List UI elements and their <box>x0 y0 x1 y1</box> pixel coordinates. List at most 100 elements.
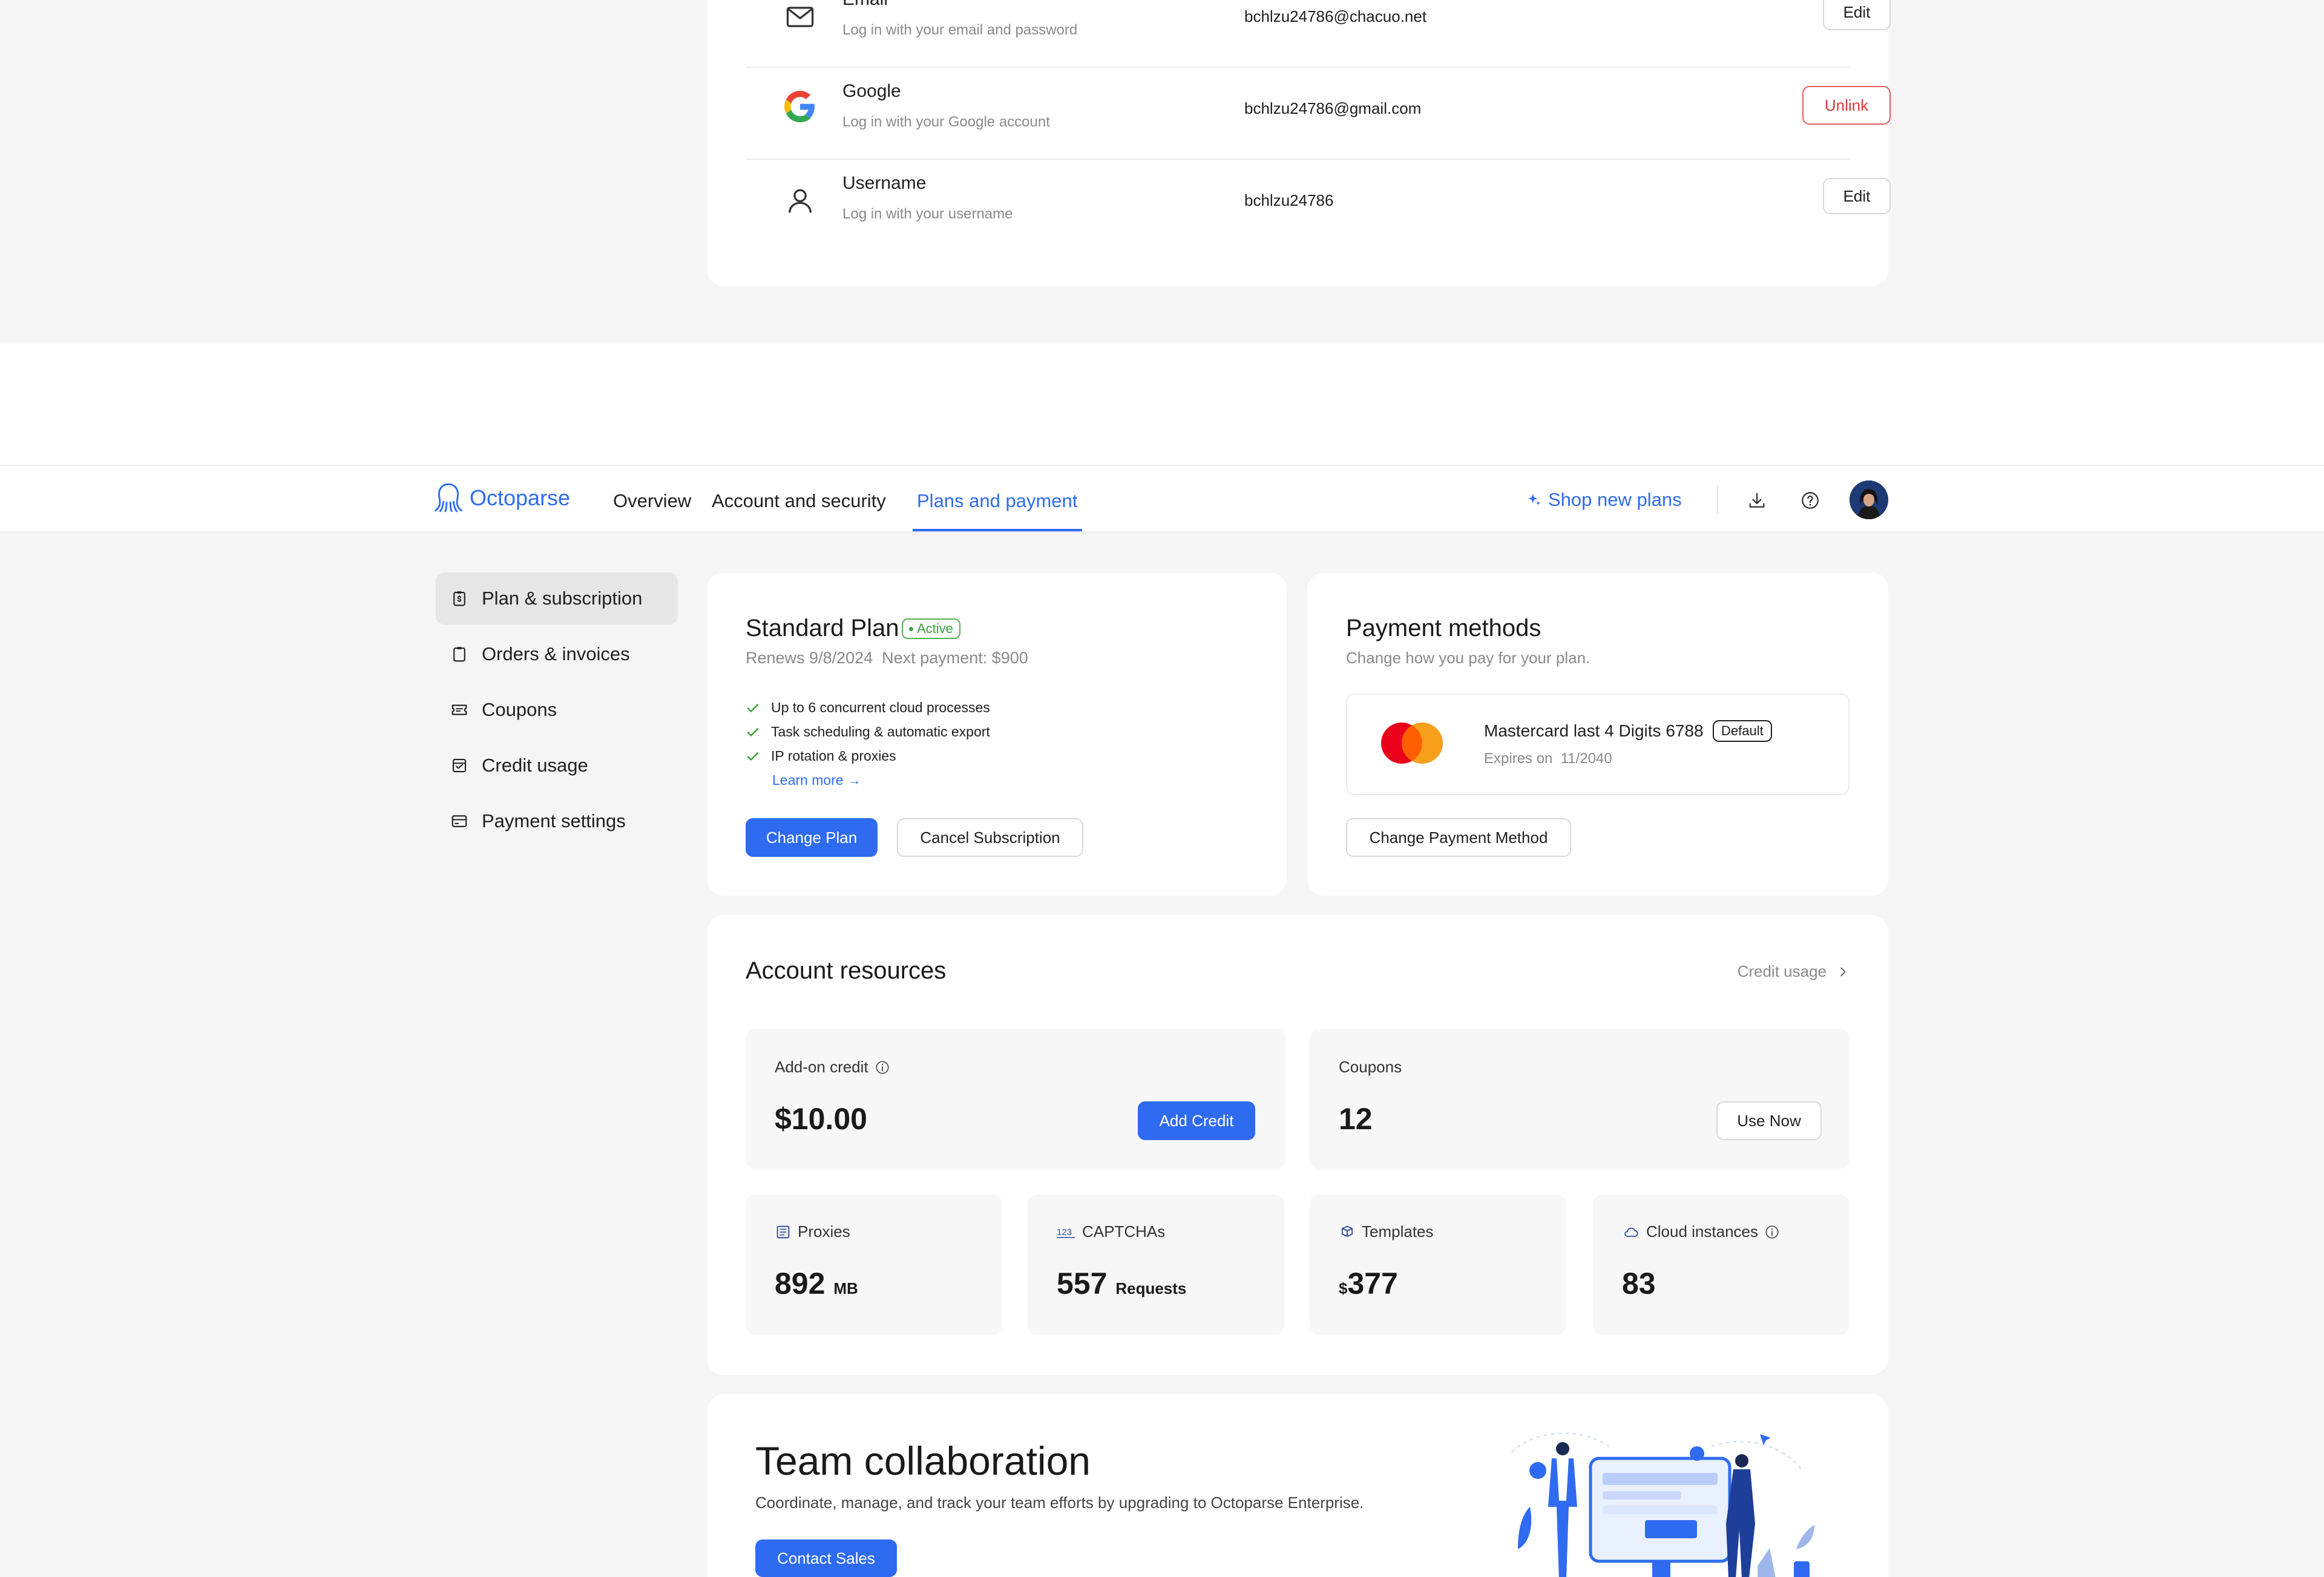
payment-title: Payment methods <box>1346 615 1541 641</box>
feature-label: Task scheduling & automatic export <box>771 724 990 739</box>
help-icon[interactable] <box>1800 490 1820 511</box>
edit-username-button[interactable]: Edit <box>1823 178 1891 214</box>
cloud-instances-tile: Cloud instances 83 <box>1593 1195 1850 1335</box>
status-label: Active <box>917 621 953 636</box>
sidebar-item-label: Coupons <box>482 699 557 720</box>
default-badge: Default <box>1713 720 1772 742</box>
login-value: bchlzu24786 <box>1244 191 1334 209</box>
login-value: bchlzu24786@chacuo.net <box>1244 7 1427 25</box>
edit-email-button[interactable]: Edit <box>1823 0 1891 30</box>
plan-name: Standard Plan <box>746 615 899 641</box>
stat-label-text: Cloud instances <box>1646 1222 1758 1241</box>
payment-subtitle: Change how you pay for your plan. <box>1346 649 1590 667</box>
stat-unit: Requests <box>1115 1279 1187 1297</box>
sidebar-item-credit-usage[interactable]: Credit usage <box>436 739 678 792</box>
sidebar-item-coupons[interactable]: Coupons <box>436 684 678 736</box>
shop-new-plans-link[interactable]: Shop new plans <box>1526 489 1682 511</box>
stat-label-text: Proxies <box>798 1222 850 1241</box>
brand-logo[interactable]: Octoparse <box>433 482 570 514</box>
status-dot <box>909 626 913 631</box>
svg-text:123: 123 <box>1057 1227 1072 1238</box>
tab-account-security[interactable]: Account and security <box>712 490 886 512</box>
plan-renews: Renews 9/8/2024 Next payment: $900 <box>746 649 1028 667</box>
proxy-icon <box>776 1225 790 1238</box>
stat-label-text: Templates <box>1362 1222 1434 1241</box>
check-icon <box>747 727 759 736</box>
cancel-subscription-button[interactable]: Cancel Subscription <box>897 818 1083 857</box>
sidebar-item-label: Plan & subscription <box>482 588 643 609</box>
feature-label: IP rotation & proxies <box>771 748 896 764</box>
credit-usage-link[interactable]: Credit usage <box>1738 962 1850 981</box>
add-credit-button[interactable]: Add Credit <box>1138 1101 1255 1140</box>
stat-number: 892 <box>775 1267 826 1300</box>
proxies-tile: Proxies 892 MB <box>746 1195 1002 1335</box>
sidebar-item-plan-subscription[interactable]: Plan & subscription <box>436 572 678 625</box>
unlink-google-button[interactable]: Unlink <box>1802 86 1891 125</box>
chevron-right-icon <box>1840 967 1846 976</box>
contact-sales-button[interactable]: Contact Sales <box>755 1539 897 1577</box>
login-row-email: Email Log in with your email and passwor… <box>746 0 1891 68</box>
tab-plans-payment[interactable]: Plans and payment <box>917 490 1077 512</box>
captcha-123-icon: 123 <box>1057 1227 1075 1238</box>
sidebar-item-payment-settings[interactable]: Payment settings <box>436 795 678 847</box>
login-title: Email <box>842 0 888 10</box>
login-row-google: Google Log in with your Google account b… <box>746 68 1891 160</box>
octopus-logo-icon <box>435 483 462 513</box>
expires-value: 11/2040 <box>1560 750 1612 767</box>
plan-feature: IP rotation & proxies <box>746 748 896 764</box>
login-row-username: Username Log in with your username bchlz… <box>746 160 1891 252</box>
clipboard-icon <box>453 647 465 662</box>
addon-label-text: Add-on credit <box>775 1058 868 1076</box>
plan-feature: Up to 6 concurrent cloud processes <box>746 700 990 716</box>
coupons-tile: Coupons 12 Use Now <box>1310 1029 1850 1169</box>
nav-divider <box>1717 487 1718 513</box>
login-subtitle: Log in with your username <box>842 206 1013 222</box>
card-expiry: Expires on 11/2040 <box>1484 750 1612 767</box>
payment-card-item[interactable]: Mastercard last 4 Digits 6788 Default Ex… <box>1346 693 1850 795</box>
template-icon <box>1341 1225 1353 1237</box>
sidebar-item-label: Payment settings <box>482 810 626 831</box>
captchas-label: 123 CAPTCHAs <box>1057 1222 1165 1241</box>
download-icon[interactable] <box>1747 490 1767 511</box>
change-plan-button[interactable]: Change Plan <box>746 818 878 857</box>
stat-number: 377 <box>1347 1267 1398 1300</box>
credit-usage-label: Credit usage <box>1737 962 1827 980</box>
sidebar-item-orders-invoices[interactable]: Orders & invoices <box>436 628 678 680</box>
templates-tile: Templates $377 <box>1310 1195 1566 1335</box>
info-icon[interactable] <box>875 1060 890 1075</box>
stat-label-text: CAPTCHAs <box>1082 1222 1166 1241</box>
card-name: Mastercard last 4 Digits 6788 <box>1484 721 1704 740</box>
next-payment: Next payment: $900 <box>882 649 1028 667</box>
use-now-button[interactable]: Use Now <box>1716 1101 1822 1140</box>
stat-unit: MB <box>833 1279 858 1297</box>
stat-number: 557 <box>1057 1267 1108 1300</box>
plan-card: Standard Plan Active Renews 9/8/2024 Nex… <box>707 572 1287 896</box>
team-title: Team collaboration <box>755 1438 1091 1483</box>
coupons-value: 12 <box>1339 1102 1373 1136</box>
cloud-instances-label: Cloud instances <box>1622 1222 1780 1241</box>
mastercard-logo-icon <box>1381 723 1443 764</box>
login-title: Google <box>842 81 901 101</box>
feature-label: Up to 6 concurrent cloud processes <box>771 700 990 715</box>
resources-title: Account resources <box>746 957 947 984</box>
calendar-credit-icon <box>452 758 467 773</box>
account-resources-card: Account resources Credit usage Add-on cr… <box>707 915 1888 1375</box>
payment-methods-card: Payment methods Change how you pay for y… <box>1307 572 1888 896</box>
login-subtitle: Log in with your Google account <box>842 114 1050 130</box>
google-icon <box>784 91 815 122</box>
learn-more-link[interactable]: Learn more → <box>772 772 861 788</box>
top-navigation: Octoparse Overview Account and security … <box>0 465 2324 533</box>
renews-date: Renews 9/8/2024 <box>746 649 873 667</box>
sparkle-icon <box>1528 494 1540 505</box>
info-icon[interactable] <box>1764 1224 1780 1240</box>
addon-credit-value: $10.00 <box>775 1102 867 1136</box>
login-value: bchlzu24786@gmail.com <box>1244 99 1422 117</box>
team-collaboration-card: Team collaboration Coordinate, manage, a… <box>707 1394 1888 1577</box>
ticket-icon <box>451 704 467 715</box>
tab-overview[interactable]: Overview <box>613 490 691 512</box>
addon-credit-label: Add-on credit <box>775 1058 890 1077</box>
coupons-label: Coupons <box>1339 1058 1402 1076</box>
change-payment-method-button[interactable]: Change Payment Method <box>1346 818 1571 857</box>
avatar[interactable] <box>1850 480 1888 519</box>
proxies-value: 892 MB <box>775 1266 858 1301</box>
